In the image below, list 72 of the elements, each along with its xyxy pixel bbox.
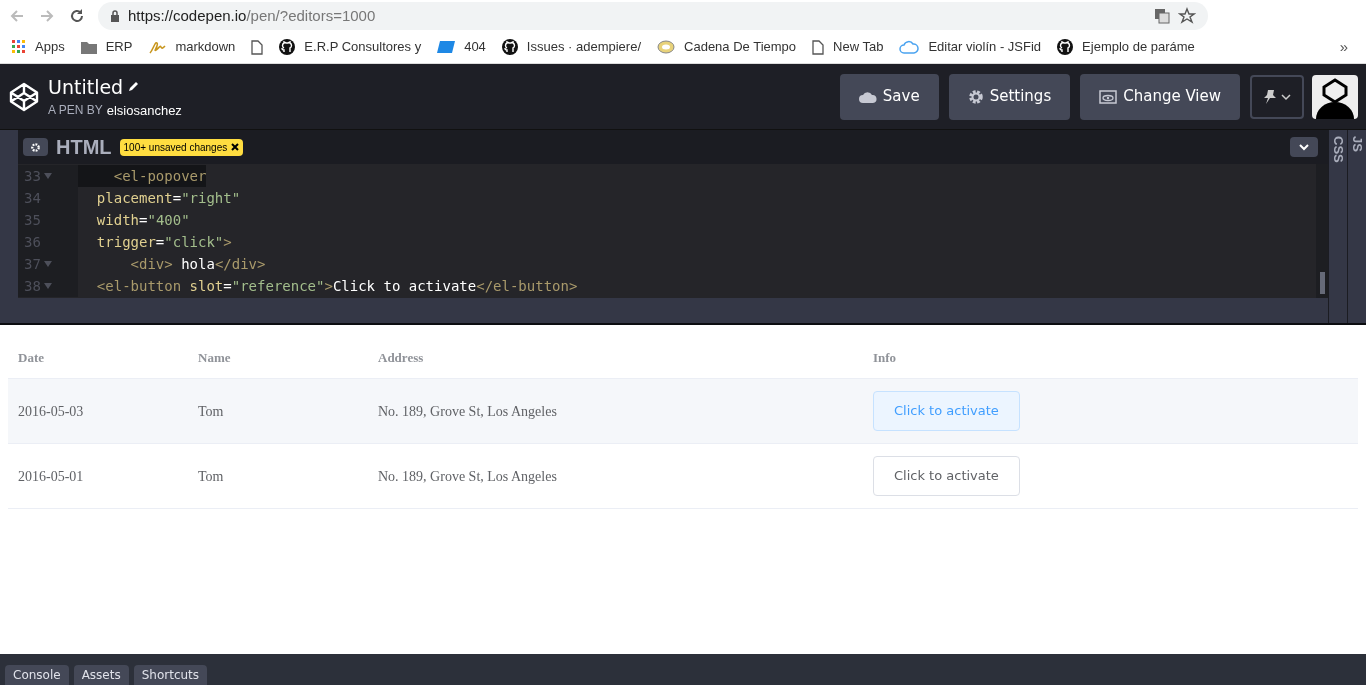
editor-tab[interactable]: CSS	[1331, 136, 1345, 163]
codepen-logo-icon[interactable]	[8, 80, 40, 113]
column-header: Address	[378, 349, 424, 365]
pen-title[interactable]: Untitled	[48, 72, 124, 101]
bookmark[interactable]: Apps	[12, 37, 65, 57]
gear-icon	[30, 141, 41, 153]
table-cell: Tom	[198, 468, 224, 484]
bookmark[interactable]: ERP	[80, 37, 133, 57]
cloud-icon	[899, 40, 920, 54]
pin-icon	[1263, 88, 1277, 105]
table-cell: No. 189, Grove St, Los Angeles	[378, 403, 557, 419]
avatar-icon[interactable]	[1312, 74, 1358, 119]
signature-icon	[148, 40, 167, 54]
table-cell: 2016-05-01	[18, 468, 84, 484]
editor-tab[interactable]: JS	[1350, 136, 1364, 152]
eye-window-icon	[1099, 89, 1118, 104]
bookmark[interactable]: E.R.P Consultores y	[279, 37, 422, 57]
footer-tab-button[interactable]: Shortcuts	[133, 665, 208, 685]
github-icon	[501, 39, 518, 55]
page-icon[interactable]	[251, 39, 264, 55]
bookmark[interactable]: Ejemplo de paráme	[1057, 37, 1195, 57]
unsaved-badge[interactable]: 100+ unsaved changes	[119, 138, 244, 156]
cloud-icon	[858, 90, 877, 103]
collapse-button[interactable]	[1290, 137, 1318, 157]
line-number: 37	[24, 254, 41, 274]
column-header: Info	[873, 349, 897, 365]
chevron-down-icon	[1298, 143, 1310, 151]
editor-title: HTML	[56, 135, 112, 160]
translate-icon[interactable]	[1154, 8, 1170, 24]
line-number: 38	[24, 276, 41, 296]
settings-button[interactable]: Settings	[948, 73, 1071, 120]
column-header: Name	[198, 349, 231, 365]
pin-menu-button[interactable]	[1250, 74, 1304, 119]
column-header: Date	[18, 349, 44, 365]
activate-button[interactable]: Click to activate	[873, 456, 1020, 496]
gear-icon	[967, 88, 984, 105]
editor-settings-button[interactable]	[23, 138, 48, 156]
github-icon	[1057, 39, 1074, 55]
more-bookmarks-button[interactable]: »	[1339, 35, 1348, 59]
bookmark[interactable]: Cadena De Tiempo	[657, 37, 797, 57]
chevron-down-icon	[1281, 92, 1291, 101]
save-button[interactable]: Save	[839, 73, 939, 120]
github-icon	[279, 39, 296, 55]
line-number: 36	[24, 232, 41, 252]
page-icon	[812, 39, 825, 55]
close-icon[interactable]	[231, 143, 240, 151]
footer-tab-button[interactable]: Assets	[73, 665, 129, 685]
ad-icon	[437, 41, 456, 53]
table-cell: Tom	[198, 403, 224, 419]
folder-icon	[80, 40, 97, 54]
byline-label: A PEN BY	[48, 102, 103, 119]
lock-icon	[110, 10, 120, 22]
bookmark[interactable]: New Tab	[812, 37, 884, 57]
scrollbar-thumb[interactable]	[1319, 272, 1325, 294]
author-link[interactable]: elsiosanchez	[106, 101, 182, 121]
table-cell: No. 189, Grove St, Los Angeles	[378, 468, 557, 484]
bookmark[interactable]: markdown	[148, 37, 236, 57]
line-number: 34	[24, 188, 41, 208]
bookmark[interactable]: Issues · adempiere/	[501, 37, 642, 57]
bookmark[interactable]: Editar violín - JSFid	[899, 37, 1042, 57]
footer-tab-button[interactable]: Console	[5, 665, 69, 685]
star-icon[interactable]	[1178, 7, 1196, 25]
change-view-button[interactable]: Change View	[1080, 73, 1240, 120]
reload-icon[interactable]	[68, 7, 86, 25]
table-cell: 2016-05-03	[18, 403, 84, 419]
line-number: 35	[24, 210, 41, 230]
pencil-icon[interactable]	[127, 80, 140, 93]
url-text: https://codepen.io/pen/?editors=1000	[128, 5, 376, 26]
address-bar[interactable]: https://codepen.io/pen/?editors=1000	[98, 2, 1208, 30]
apps-grid-icon	[12, 40, 26, 54]
line-number: 33	[24, 166, 41, 186]
bookmark[interactable]: 404	[437, 37, 486, 57]
